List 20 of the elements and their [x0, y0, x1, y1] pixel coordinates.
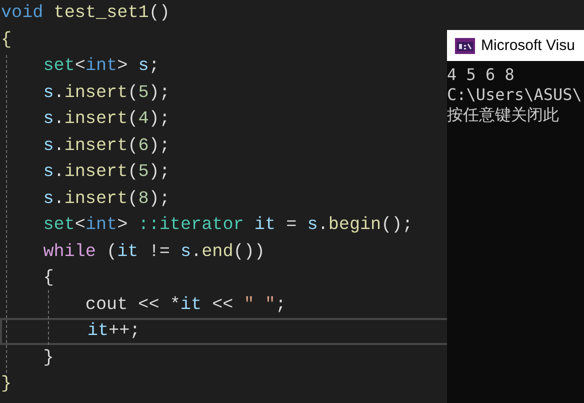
console-output-line: 按任意键关闭此: [447, 105, 559, 124]
code-line: while (it != s.end()): [43, 240, 265, 264]
code-line: }: [43, 346, 54, 370]
console-app-icon: [455, 38, 475, 54]
code-line: s.insert(5);: [43, 82, 170, 104]
code-line: {: [43, 267, 54, 290]
code-line: s.insert(8);: [43, 188, 170, 210]
console-output-line: C:\Users\ASUS\: [447, 85, 582, 104]
code-line: {: [1, 28, 12, 52]
code-line: s.insert(6);: [43, 134, 170, 158]
window-title: Microsoft Visu: [481, 37, 575, 54]
code-line: }: [1, 373, 12, 396]
code-line: it++;: [87, 320, 140, 342]
console-output-line: 4 5 6 8: [447, 65, 514, 84]
code-line: set<int> s;: [43, 55, 160, 78]
code-line: s.insert(5);: [43, 161, 170, 184]
code-line: void test_set1(): [1, 2, 170, 25]
code-line: set<int> ::iterator it = s.begin();: [43, 214, 413, 237]
code-line: s.insert(4);: [43, 108, 170, 131]
code-line: cout << *it << " ";: [85, 294, 286, 316]
